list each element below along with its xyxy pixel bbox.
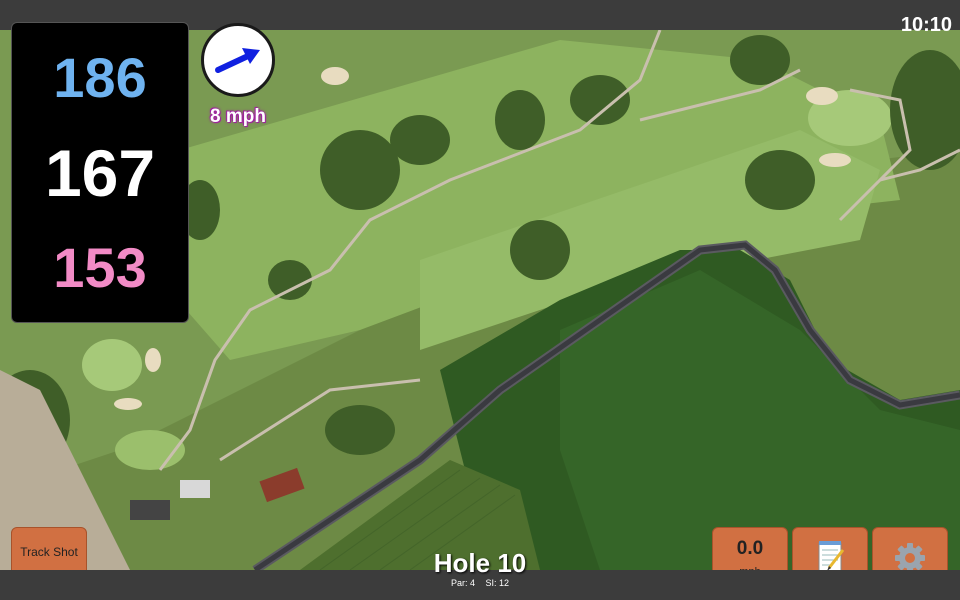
yardage-panel: 186 167 153 [11,22,189,323]
center-yardage: 167 [44,136,156,210]
hole-title: Hole 10 [433,548,527,578]
back-yardage: 186 [53,46,147,109]
hole-par: Par: 4 [450,578,475,588]
wind-indicator [201,23,275,97]
wind-speed: 8 mph [210,106,266,127]
status-clock: 10:10 [900,14,952,36]
front-yardage: 153 [53,236,147,299]
hole-stroke-index: SI: 12 [485,578,510,588]
speed-value: 0.0 [736,538,764,559]
wind-arrow-icon [215,48,260,73]
hole-info: Par: 4 SI: 12 [380,578,580,588]
